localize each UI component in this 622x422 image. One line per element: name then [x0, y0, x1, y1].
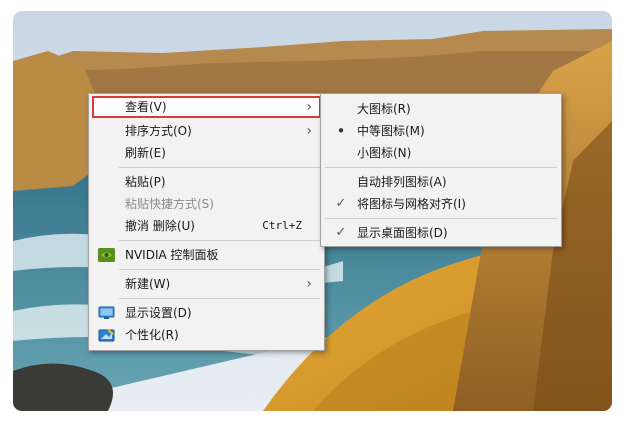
menu-item-label: 个性化(R)	[125, 328, 179, 342]
desktop-context-menu: 查看(V) › 排序方式(O) › 刷新(E) 粘贴(P) 粘贴快捷方式(S) …	[88, 93, 325, 351]
menu-item-new[interactable]: 新建(W) ›	[89, 273, 324, 295]
menu-item-nvidia-control-panel[interactable]: NVIDIA 控制面板	[89, 244, 324, 266]
menu-item-label: 自动排列图标(A)	[357, 175, 447, 189]
keyboard-shortcut: Ctrl+Z	[262, 219, 302, 232]
checkmark-icon: ✓	[335, 196, 347, 211]
menu-item-label: 查看(V)	[125, 100, 167, 114]
menu-item-medium-icons[interactable]: • 中等图标(M)	[321, 120, 561, 142]
menu-item-label: 显示设置(D)	[125, 306, 192, 320]
menu-item-large-icons[interactable]: 大图标(R)	[321, 98, 561, 120]
display-settings-icon	[98, 306, 115, 319]
menu-item-label: 将图标与网格对齐(I)	[357, 197, 466, 211]
menu-item-label: 撤消 删除(U)	[125, 219, 195, 233]
menu-item-label: 排序方式(O)	[125, 124, 192, 138]
menu-item-label: 粘贴(P)	[125, 175, 166, 189]
menu-item-paste[interactable]: 粘贴(P)	[89, 171, 324, 193]
menu-item-label: NVIDIA 控制面板	[125, 248, 219, 262]
menu-separator	[119, 269, 320, 270]
menu-item-small-icons[interactable]: 小图标(N)	[321, 142, 561, 164]
chevron-right-icon: ›	[306, 276, 312, 292]
checkmark-icon: ✓	[335, 225, 347, 240]
menu-item-label: 中等图标(M)	[357, 124, 425, 138]
menu-item-auto-arrange-icons[interactable]: 自动排列图标(A)	[321, 171, 561, 193]
menu-item-personalize[interactable]: 个性化(R)	[89, 324, 324, 346]
menu-item-label: 粘贴快捷方式(S)	[125, 197, 214, 211]
chevron-right-icon: ›	[306, 99, 312, 115]
menu-item-refresh[interactable]: 刷新(E)	[89, 142, 324, 164]
menu-separator	[119, 298, 320, 299]
nvidia-icon	[98, 248, 115, 262]
personalize-icon	[98, 329, 115, 342]
menu-separator	[325, 218, 557, 219]
menu-item-label: 显示桌面图标(D)	[357, 226, 448, 240]
radio-selected-icon: •	[336, 122, 346, 140]
menu-separator	[325, 167, 557, 168]
menu-separator	[119, 240, 320, 241]
view-submenu: 大图标(R) • 中等图标(M) 小图标(N) 自动排列图标(A) ✓ 将图标与…	[320, 93, 562, 247]
menu-item-sort-by[interactable]: 排序方式(O) ›	[89, 120, 324, 142]
menu-item-align-icons-to-grid[interactable]: ✓ 将图标与网格对齐(I)	[321, 193, 561, 215]
menu-item-view[interactable]: 查看(V) ›	[92, 96, 321, 118]
menu-item-display-settings[interactable]: 显示设置(D)	[89, 302, 324, 324]
menu-item-label: 新建(W)	[125, 277, 171, 291]
menu-item-show-desktop-icons[interactable]: ✓ 显示桌面图标(D)	[321, 222, 561, 244]
menu-separator	[119, 167, 320, 168]
menu-item-label: 刷新(E)	[125, 146, 166, 160]
menu-item-paste-shortcut: 粘贴快捷方式(S)	[89, 193, 324, 215]
menu-item-undo-delete[interactable]: 撤消 删除(U) Ctrl+Z	[89, 215, 324, 237]
chevron-right-icon: ›	[306, 123, 312, 139]
menu-item-label: 小图标(N)	[357, 146, 412, 160]
menu-item-label: 大图标(R)	[357, 102, 411, 116]
